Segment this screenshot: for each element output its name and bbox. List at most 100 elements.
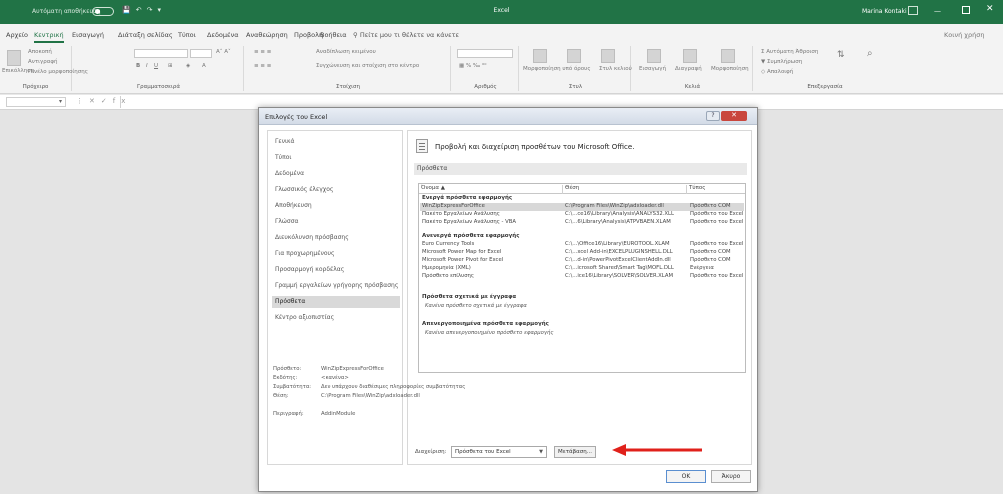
tell-me-search[interactable]: ⚲ Πείτε μου τι θέλετε να κάνετε [353, 31, 459, 39]
tab-view[interactable]: Προβολή [294, 31, 323, 39]
nav-item-accessibility[interactable]: Διευκόλυνση πρόσβασης [272, 232, 400, 244]
wrap-text-button[interactable]: Αναδίπλωση κειμένου [316, 49, 376, 55]
clear-button[interactable]: ◇ Απαλοιφή [761, 69, 793, 75]
number-format-box[interactable] [457, 49, 513, 58]
autosum-button[interactable]: Σ Αυτόματη Άθροιση [761, 49, 818, 55]
nav-item-advanced[interactable]: Για προχωρημένους [272, 248, 400, 260]
column-location[interactable]: Θέση [563, 185, 687, 194]
nav-item-trust-center[interactable]: Κέντρο αξιοπιστίας [272, 312, 400, 324]
fill-button[interactable]: ▼ Συμπλήρωση [761, 59, 802, 65]
conditional-format-icon[interactable] [533, 49, 547, 63]
go-button[interactable]: Μετάβαση... [554, 446, 596, 458]
align-left-icon[interactable]: ≡ ≡ ≡ [254, 63, 271, 69]
tab-file[interactable]: Αρχείο [6, 31, 28, 39]
ok-button[interactable]: OK [666, 470, 706, 483]
cell-styles-icon[interactable] [601, 49, 615, 63]
find-select-icon[interactable]: ⌕ [867, 48, 873, 59]
table-row[interactable]: Πρόσθετο επίλυσης C:\...ice16\Library\SO… [420, 273, 744, 281]
borders-icon[interactable]: ⊞ [168, 63, 173, 69]
cancel-button[interactable]: Άκυρο [711, 470, 751, 483]
cut-button[interactable]: Αποκοπή [28, 49, 52, 55]
manage-dropdown[interactable]: Πρόσθετα του Excel ▼ [451, 446, 547, 458]
dialog-close-button[interactable]: ✕ [721, 111, 747, 121]
tab-page-layout[interactable]: Διάταξη σελίδας [118, 31, 173, 39]
user-name[interactable]: Marina Kontaki [862, 8, 907, 15]
table-row[interactable]: Microsoft Power Map for Excel C:\...xcel… [420, 249, 744, 257]
nav-item-save[interactable]: Αποθήκευση [272, 200, 400, 212]
nav-item-customize-ribbon[interactable]: Προσαρμογή κορδέλας [272, 264, 400, 276]
insert-cells-icon[interactable] [647, 49, 661, 63]
align-top-icon[interactable]: ≡ ≡ ≡ [254, 49, 271, 55]
format-cells-icon[interactable] [721, 49, 735, 63]
font-name-box[interactable] [134, 49, 188, 58]
ribbon-display-icon[interactable] [908, 6, 918, 15]
delete-cells-icon[interactable] [683, 49, 697, 63]
row-name: Πακέτο Εργαλείων Ανάλυσης [422, 211, 500, 217]
number-group-label: Αριθμός [474, 84, 497, 90]
format-cells-button[interactable]: Μορφοποίηση [711, 66, 749, 72]
tab-home[interactable]: Κεντρική [34, 31, 64, 43]
nav-item-quick-access[interactable]: Γραμμή εργαλείων γρήγορης πρόσβασης [272, 280, 400, 292]
table-row[interactable]: Πακέτο Εργαλείων Ανάλυσης - VBA C:\...6\… [420, 219, 744, 227]
tab-formulas[interactable]: Τύποι [178, 31, 196, 39]
group-active: Ενεργά πρόσθετα εφαρμογής [422, 195, 513, 201]
group-editing: Σ Αυτόματη Άθροιση ▼ Συμπλήρωση ◇ Απαλοι… [755, 46, 895, 91]
row-type: Ενέργεια [690, 265, 714, 271]
table-row[interactable]: Microsoft Power Pivot for Excel C:\...d-… [420, 257, 744, 265]
sort-filter-icon[interactable]: ⇅ [837, 50, 845, 60]
table-row[interactable]: Πακέτο Εργαλείων Ανάλυσης C:\...ce16\Lib… [420, 211, 744, 219]
detail-label: Θέση: [273, 393, 289, 399]
paste-icon[interactable] [7, 50, 21, 66]
name-box[interactable]: ▾ [6, 97, 66, 107]
conditional-format-button[interactable]: Μορφοποίηση υπό όρους [523, 66, 591, 72]
delete-cells-button[interactable]: Διαγραφή [675, 66, 702, 72]
table-row[interactable]: Euro Currency Tools C:\...\Office16\Libr… [420, 241, 744, 249]
percent-icon[interactable]: ▦ % ‰ ⁰⁰ [459, 63, 486, 69]
column-name[interactable]: Όνομα ▲ [419, 185, 563, 194]
merge-center-button[interactable]: Συγχώνευση και στοίχιση στο κέντρο [316, 63, 419, 69]
tab-data[interactable]: Δεδομένα [207, 31, 238, 39]
nav-item-formulas[interactable]: Τύποι [272, 152, 400, 164]
row-type: Πρόσθετο του Excel [690, 241, 744, 247]
row-name: Euro Currency Tools [422, 241, 475, 247]
nav-item-add-ins[interactable]: Πρόσθετα [272, 296, 400, 308]
insert-cells-button[interactable]: Εισαγωγή [639, 66, 666, 72]
copy-button[interactable]: Αντιγραφή [28, 59, 58, 65]
ribbon: Επικόλληση Αποκοπή Αντιγραφή Πινέλο μορφ… [0, 44, 1003, 94]
tab-insert[interactable]: Εισαγωγή [72, 31, 104, 39]
search-icon: ⚲ [353, 31, 360, 39]
nav-item-data[interactable]: Δεδομένα [272, 168, 400, 180]
excel-title-bar: Αυτόματη αποθήκευση 💾↶↷▾ Excel Marina Ko… [0, 0, 1003, 24]
nav-item-proofing[interactable]: Γλωσσικός έλεγχος [272, 184, 400, 196]
row-name: Ημερομηνία (XML) [422, 265, 471, 271]
detail-value: Δεν υπάρχουν διαθέσιμες πληροφορίες συμβ… [321, 384, 466, 390]
font-size-box[interactable] [190, 49, 212, 58]
format-table-icon[interactable] [567, 49, 581, 63]
table-row[interactable]: WinZipExpressForOffice C:\Program Files\… [420, 203, 744, 211]
detail-value: AddinModule [321, 411, 356, 417]
row-name: Microsoft Power Map for Excel [422, 249, 502, 255]
tab-help[interactable]: Βοήθεια [320, 31, 347, 39]
tell-me-label: Πείτε μου τι θέλετε να κάνετε [359, 31, 460, 39]
nav-item-language[interactable]: Γλώσσα [272, 216, 400, 228]
minimize-icon[interactable]: — [934, 7, 946, 15]
detail-value: <κανένα> [321, 375, 349, 381]
group-alignment: ≡ ≡ ≡ ≡ ≡ ≡ Αναδίπλωση κειμένου Συγχώνευ… [246, 46, 451, 91]
column-type[interactable]: Τύπος [687, 185, 745, 194]
group-disabled: Απενεργοποιημένα πρόσθετα εφαρμογής [422, 321, 549, 327]
bold-icon[interactable]: B [136, 63, 140, 69]
table-row[interactable]: Ημερομηνία (XML) C:\...icrosoft Shared\S… [420, 265, 744, 273]
maximize-icon[interactable] [962, 6, 970, 14]
group-cells: Εισαγωγή Διαγραφή Μορφοποίηση Κελιά [633, 46, 753, 91]
close-icon[interactable]: ✕ [986, 4, 994, 14]
font-grow-shrink-icon[interactable]: A˄ A˅ [216, 49, 231, 55]
cell-styles-button[interactable]: Στυλ κελιού [599, 66, 632, 72]
share-button[interactable]: Κοινή χρήση [944, 31, 985, 39]
fill-color-icon[interactable]: ◈ [186, 63, 190, 69]
font-color-icon[interactable]: A [202, 63, 206, 69]
nav-item-general[interactable]: Γενικά [272, 136, 400, 148]
tab-review[interactable]: Αναθεώρηση [246, 31, 288, 39]
underline-icon[interactable]: U [154, 63, 158, 69]
italic-icon[interactable]: I [146, 63, 148, 69]
help-button[interactable]: ? [706, 111, 720, 121]
